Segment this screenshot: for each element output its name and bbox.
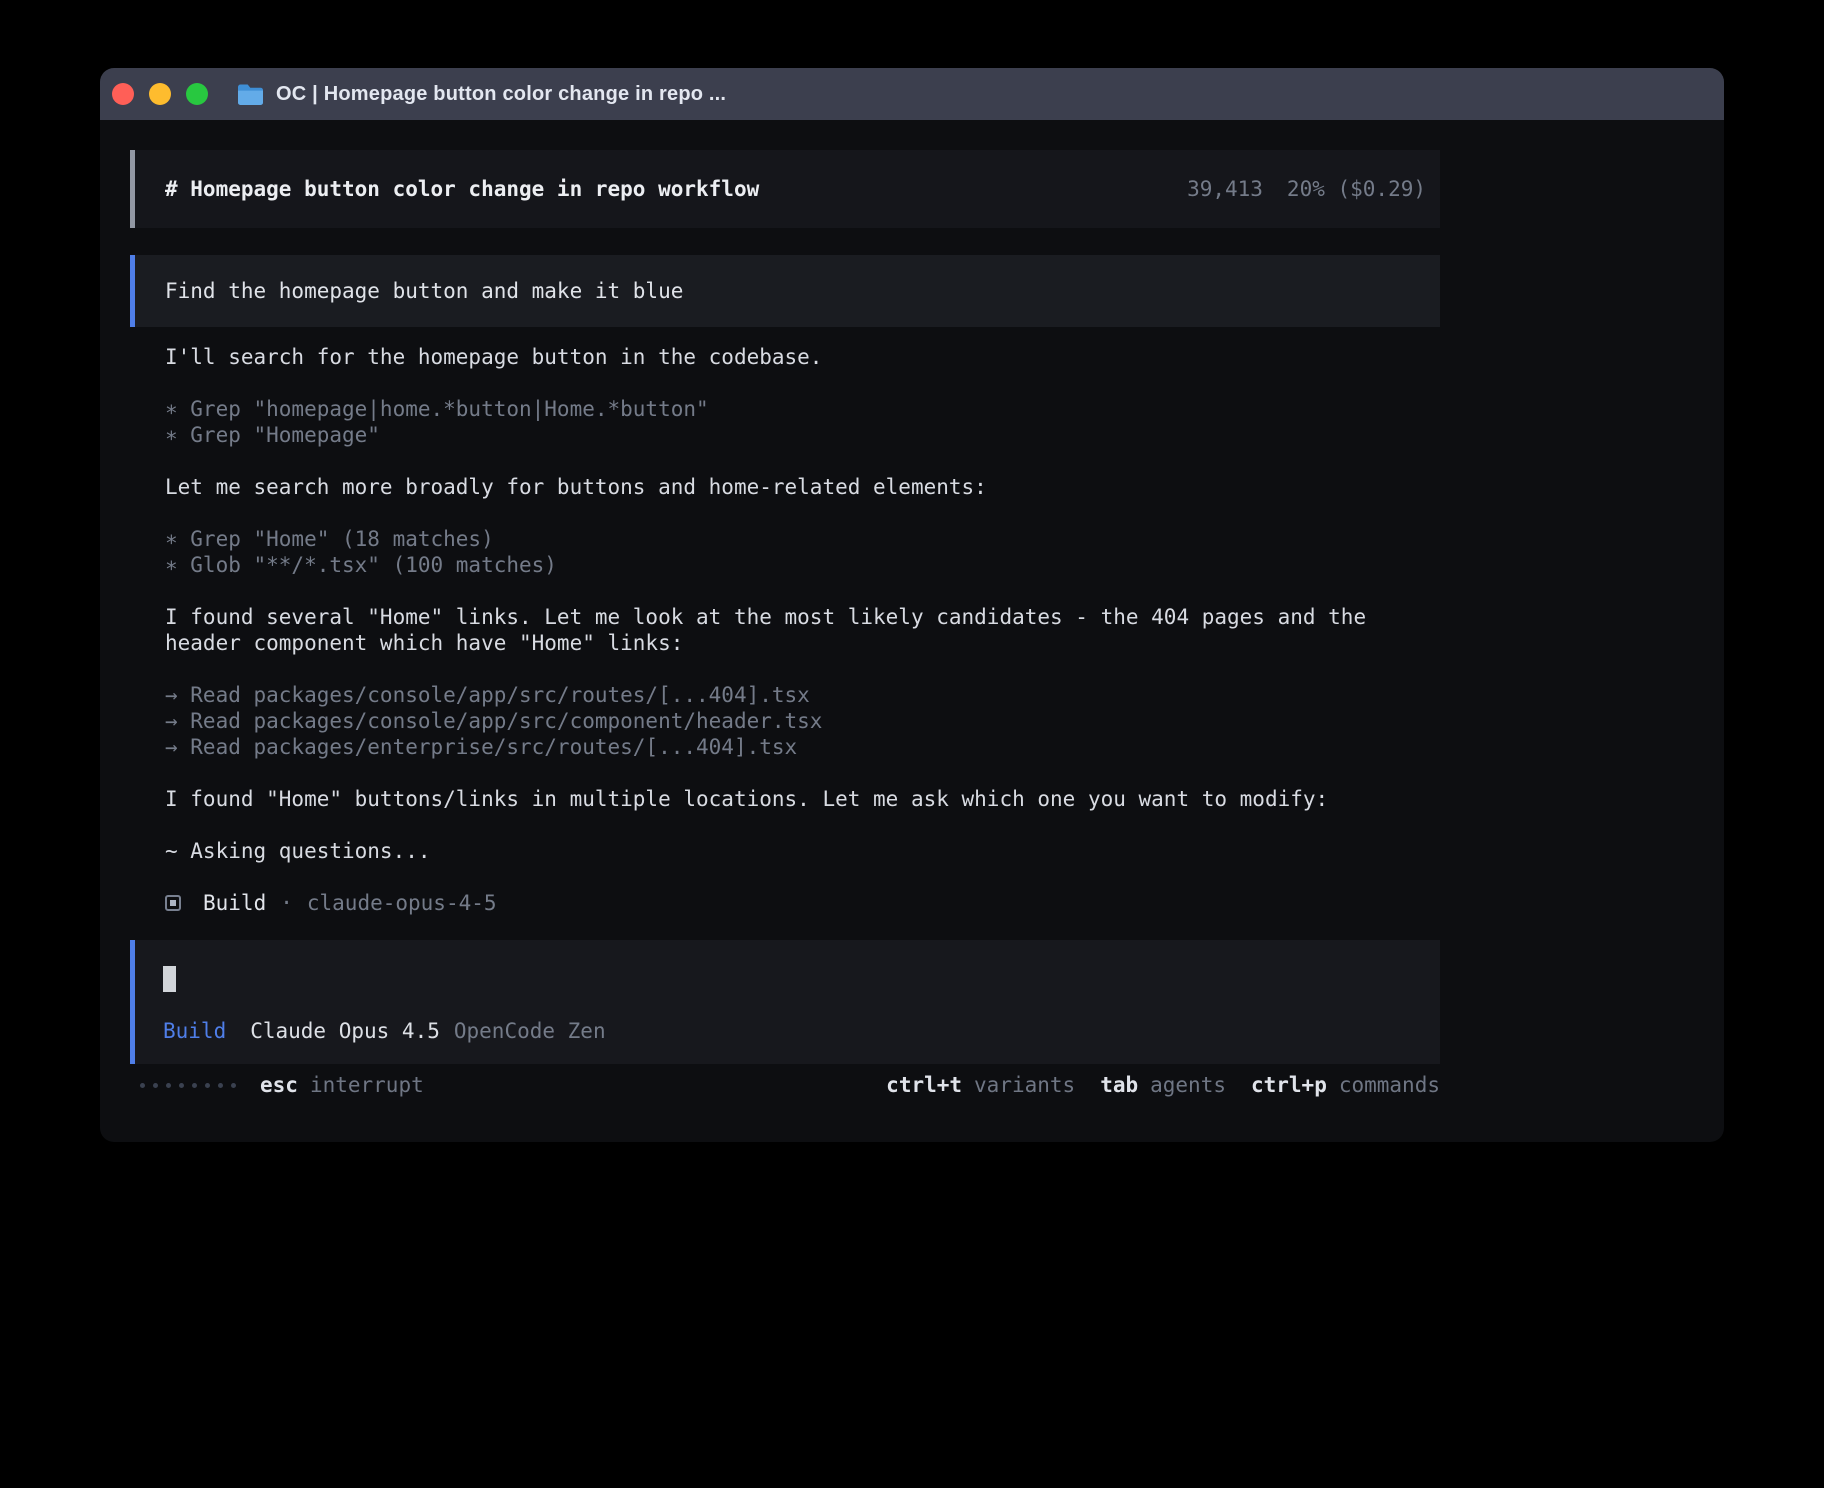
statusbar-right: ctrl+t variants tab agents ctrl+p commands [886,1073,1440,1097]
spinner-dot [192,1083,197,1088]
keybind-key: tab [1100,1073,1138,1097]
keybind-key: ctrl+p [1251,1073,1327,1097]
keybind-label: agents [1150,1073,1226,1097]
assistant-line: I'll search for the homepage button in t… [165,344,1724,370]
mode-label: Build [163,1019,226,1043]
context-cost: 20% ($0.29) [1287,177,1426,201]
keybind-key: ctrl+t [886,1073,962,1097]
spinner-dot [166,1083,171,1088]
terminal-content: # Homepage button color change in repo w… [100,150,1724,1098]
text-cursor [163,966,176,992]
assistant-text: ~ Asking questions... [165,838,1724,864]
session-stats: 39,413 20% ($0.29) [1187,177,1426,201]
status-bar: escinterrupt ctrl+tvariantstabagentsctrl… [130,1072,1440,1098]
agent-model: claude-opus-4-5 [307,891,497,915]
square-dot-icon [165,895,181,911]
spinner-dot [153,1083,158,1088]
prompt-input[interactable]: Build Claude Opus 4.5 OpenCode Zen [130,940,1440,1064]
agent-name: Build [203,891,266,915]
keybind-commands-hint: ctrl+p commands [1251,1073,1440,1097]
tool-call-group: ∗ Grep "homepage|home.*button|Home.*butt… [165,396,1724,448]
window-title: OC | Homepage button color change in rep… [276,83,726,106]
window-titlebar[interactable]: OC | Homepage button color change in rep… [100,68,1724,120]
keybind-label: variants [974,1073,1075,1097]
assistant-line: I found "Home" buttons/links in multiple… [165,786,1724,812]
user-message-text: Find the homepage button and make it blu… [165,279,683,303]
assistant-line: header component which have "Home" links… [165,630,1724,656]
spinner-dot [205,1083,210,1088]
close-button[interactable] [112,83,134,105]
spinner-dot [231,1083,236,1088]
session-header: # Homepage button color change in repo w… [130,150,1440,228]
provider-label: OpenCode Zen [454,1019,606,1043]
tool-call-line: → Read packages/console/app/src/componen… [165,708,1724,734]
keybind-label: interrupt [310,1073,424,1097]
zoom-button[interactable] [186,83,208,105]
user-message: Find the homepage button and make it blu… [130,255,1440,327]
agent-separator: · [280,891,293,915]
tool-call-line: ∗ Grep "Home" (18 matches) [165,526,1724,552]
spinner-dot [179,1083,184,1088]
tool-call-line: ∗ Grep "homepage|home.*button|Home.*butt… [165,396,1724,422]
conversation: I'll search for the homepage button in t… [165,344,1724,864]
tool-call-line: → Read packages/console/app/src/routes/[… [165,682,1724,708]
spinner-dot [140,1083,145,1088]
input-meta-row: Build Claude Opus 4.5 OpenCode Zen [163,1018,1426,1044]
traffic-lights [112,83,223,105]
keybind-agents-hint: tab agents [1100,1073,1226,1097]
assistant-line: ~ Asking questions... [165,838,1724,864]
tool-call-group: ∗ Grep "Home" (18 matches)∗ Glob "**/*.t… [165,526,1724,578]
model-label: Claude Opus 4.5 [250,1019,440,1043]
tool-call-group: → Read packages/console/app/src/routes/[… [165,682,1724,760]
tool-call-line: → Read packages/enterprise/src/routes/[.… [165,734,1724,760]
tool-call-line: ∗ Grep "Homepage" [165,422,1724,448]
keybind-variants-hint: ctrl+t variants [886,1073,1075,1097]
terminal-window: OC | Homepage button color change in rep… [100,68,1724,1142]
assistant-text: I found several "Home" links. Let me loo… [165,604,1724,656]
statusbar-left: esc interrupt [260,1073,424,1097]
assistant-text: I'll search for the homepage button in t… [165,344,1724,370]
assistant-line: I found several "Home" links. Let me loo… [165,604,1724,630]
spinner-dots [140,1083,244,1088]
tool-call-line: ∗ Glob "**/*.tsx" (100 matches) [165,552,1724,578]
session-title: # Homepage button color change in repo w… [165,177,759,201]
assistant-text: I found "Home" buttons/links in multiple… [165,786,1724,812]
minimize-button[interactable] [149,83,171,105]
folder-icon [237,83,264,105]
agent-status-row: Build · claude-opus-4-5 [165,890,1724,916]
assistant-line: Let me search more broadly for buttons a… [165,474,1724,500]
keybind-key: esc [260,1073,298,1097]
keybind-interrupt-hint: esc interrupt [260,1073,424,1097]
spinner-dot [218,1083,223,1088]
token-count: 39,413 [1187,177,1263,201]
assistant-text: Let me search more broadly for buttons a… [165,474,1724,500]
desktop-background: OC | Homepage button color change in rep… [0,0,1824,1488]
keybind-label: commands [1339,1073,1440,1097]
